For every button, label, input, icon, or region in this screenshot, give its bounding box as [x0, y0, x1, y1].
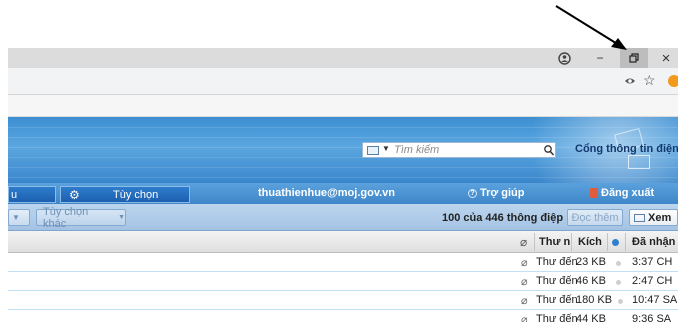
chevron-down-icon: ▼ — [118, 214, 125, 221]
search-box[interactable]: ▼ Tìm kiếm — [362, 142, 556, 158]
attachment-icon[interactable]: ⌀ — [520, 235, 527, 249]
column-divider — [534, 233, 535, 251]
envelope-icon — [628, 155, 650, 169]
unread-status-icon[interactable] — [612, 239, 619, 246]
column-divider — [571, 233, 572, 251]
more-options-button[interactable]: Tùy chọn khác ▼ — [36, 206, 126, 230]
row-from: Thư đến — [536, 313, 578, 322]
row-size: 180 KB — [576, 294, 613, 306]
annotation-arrow-icon — [555, 5, 627, 50]
dropdown-button[interactable]: ▼ — [8, 209, 30, 226]
help-link[interactable]: ? Trợ giúp — [468, 187, 524, 199]
help-icon: ? — [468, 188, 477, 198]
row-from: Thư đến — [536, 256, 578, 268]
chevron-down-icon[interactable]: ▼ — [382, 144, 390, 153]
attachment-icon: ⌀ — [521, 257, 528, 269]
tab-mail[interactable]: u — [8, 186, 56, 203]
gear-icon: ⚙ — [69, 188, 80, 202]
tab-options[interactable]: ⚙ Tùy chọn — [60, 186, 190, 203]
more-options-label: Tùy chọn khác — [43, 205, 89, 230]
chevron-down-icon: ▼ — [12, 213, 20, 222]
column-divider — [625, 233, 626, 251]
column-header-size[interactable]: Kích — [578, 236, 602, 248]
row-received: 9:36 SA — [632, 313, 672, 322]
mail-search-icon[interactable] — [367, 146, 379, 155]
tab-mail-label: u — [11, 188, 18, 201]
bookmark-star-icon[interactable]: ☆ — [643, 72, 656, 89]
attachment-icon: ⌀ — [521, 295, 528, 307]
address-bar[interactable] — [8, 68, 678, 95]
attachment-icon: ⌀ — [521, 314, 528, 322]
row-size: 23 KB — [576, 256, 606, 268]
read-more-button[interactable]: Đọc thêm — [567, 209, 623, 226]
view-label: Xem — [648, 211, 672, 224]
row-from: Thư đến — [536, 294, 578, 306]
logout-label: Đăng xuất — [601, 187, 655, 199]
row-size: 44 KB — [576, 313, 606, 322]
row-received: 3:37 CH — [632, 256, 673, 268]
user-email: thuathienhue@moj.gov.vn — [258, 187, 396, 199]
read-dot-icon[interactable] — [616, 280, 621, 285]
portal-link[interactable]: Cổng thông tin điện t — [575, 143, 678, 155]
column-divider — [607, 233, 608, 251]
read-dot-icon[interactable] — [616, 261, 621, 266]
column-header-received[interactable]: Đã nhận — [632, 236, 675, 248]
read-dot-icon[interactable] — [618, 299, 623, 304]
message-count: 100 của 446 thông điệp — [442, 212, 564, 224]
bookmarks-bar — [8, 95, 678, 117]
extension-icon[interactable] — [668, 75, 678, 87]
read-more-label: Đọc thêm — [571, 211, 619, 224]
tab-options-label: Tùy chọn — [113, 189, 159, 201]
logout-link[interactable]: Đăng xuất — [590, 187, 654, 199]
row-size: 46 KB — [576, 275, 606, 287]
column-header-from[interactable]: Thư n — [539, 236, 570, 248]
row-received: 2:47 CH — [632, 275, 673, 287]
row-received: 10:47 SA — [632, 294, 678, 306]
view-button[interactable]: Xem — [629, 209, 678, 226]
search-icon[interactable] — [543, 143, 555, 157]
row-from: Thư đến — [536, 275, 578, 287]
logout-icon — [590, 188, 598, 198]
help-label: Trợ giúp — [480, 187, 525, 199]
view-icon — [634, 213, 645, 222]
search-input[interactable]: Tìm kiếm — [394, 144, 439, 156]
eye-icon[interactable] — [624, 75, 636, 87]
attachment-icon: ⌀ — [521, 276, 528, 288]
